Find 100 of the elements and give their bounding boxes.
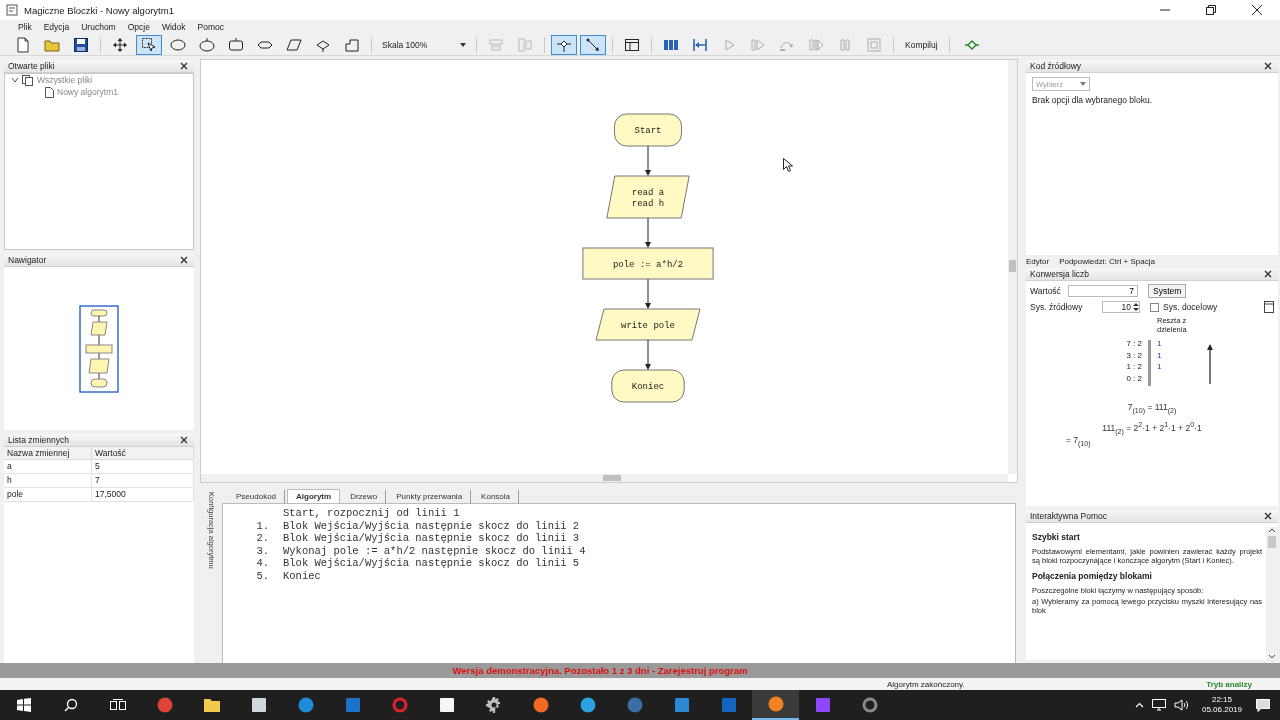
column-header: Nazwa zmiennej bbox=[4, 447, 92, 460]
menu-item[interactable]: Edycja bbox=[37, 22, 76, 32]
editor-label: Edytor bbox=[1026, 257, 1050, 266]
network-icon[interactable] bbox=[1151, 699, 1166, 711]
windows-logo-icon[interactable] bbox=[16, 698, 31, 712]
info-text: Brak opcji dla wybranego bloku. bbox=[1032, 95, 1153, 105]
panel-title: Lista zmiennych bbox=[8, 435, 69, 445]
divider-bar bbox=[1148, 340, 1151, 386]
up-arrow-icon bbox=[1207, 344, 1213, 384]
checkbox-label: Sys. docelowy bbox=[1163, 302, 1219, 312]
line-number: 1. bbox=[255, 519, 269, 533]
formula-line: 7$_{(10)}$ = 111$_{(2)}$ bbox=[1126, 402, 1178, 415]
tab-shape-icon bbox=[344, 36, 360, 53]
line-number: 2. bbox=[255, 532, 269, 545]
table-cell: a bbox=[4, 460, 92, 474]
stop-icon bbox=[866, 36, 882, 53]
panel-title: Nawigator bbox=[8, 255, 47, 265]
close-icon[interactable] bbox=[180, 62, 188, 70]
hint-text: Podpowiedzi: Ctrl + Spacja bbox=[1059, 257, 1155, 266]
close-icon[interactable] bbox=[1264, 62, 1272, 70]
scale-dropdown[interactable]: Skala 100% bbox=[378, 36, 470, 53]
panel-title: Konwersja liczb bbox=[1030, 269, 1090, 279]
tab[interactable]: Algorytm bbox=[287, 489, 341, 503]
value-field[interactable]: 7 bbox=[1068, 285, 1138, 297]
formula-line: 111$_{(2)}$ = 2$^{2}$·1 + 2$^{1}$·1 + 2$^{0}$·1 bbox=[1101, 420, 1203, 436]
column-header: Wartość bbox=[92, 447, 194, 460]
clock[interactable]: 22:15 05.06.2019 bbox=[1201, 695, 1242, 715]
scroll-thumb[interactable] bbox=[1009, 260, 1016, 272]
compile-button[interactable]: Kompiluj bbox=[900, 37, 943, 52]
diagonal-connector-icon bbox=[585, 36, 601, 53]
menu-item[interactable]: Plik bbox=[12, 22, 38, 32]
terminal-block: Koniec bbox=[611, 369, 685, 403]
close-icon[interactable] bbox=[180, 436, 188, 444]
line-number: 3. bbox=[255, 544, 269, 558]
tree-item[interactable]: Wszystkie pliki bbox=[37, 75, 93, 85]
scroll-up-icon[interactable] bbox=[1268, 527, 1276, 533]
rounded-rectangle-icon bbox=[228, 36, 244, 53]
align-icon bbox=[488, 36, 504, 53]
vertical-scrollbar[interactable] bbox=[1008, 60, 1017, 474]
panel-title: Kod źródłowy bbox=[1030, 61, 1082, 71]
tree-item[interactable]: Nowy algorytm1 bbox=[57, 87, 118, 97]
speaker-icon[interactable] bbox=[1173, 699, 1188, 711]
oval-icon bbox=[199, 36, 215, 53]
clock-time: 22:15 bbox=[1211, 695, 1232, 705]
clock-date: 05.06.2019 bbox=[1201, 705, 1242, 715]
pseudocode-line: Koniec bbox=[283, 569, 321, 583]
app-window-icon bbox=[6, 4, 18, 16]
base-spinner[interactable]: 10 bbox=[1102, 301, 1140, 313]
toolbar-button[interactable] bbox=[580, 34, 606, 55]
panel-title: Interaktywna Pomoc bbox=[1030, 511, 1107, 521]
task-view-icon[interactable] bbox=[109, 699, 126, 711]
move-arrows-icon bbox=[112, 36, 128, 53]
toolbar-button[interactable] bbox=[136, 34, 162, 55]
menu-item[interactable]: Opcje bbox=[121, 22, 156, 32]
system-button[interactable]: System bbox=[1148, 284, 1187, 298]
menu-item[interactable]: Widok bbox=[155, 22, 192, 32]
scroll-thumb[interactable] bbox=[1268, 536, 1276, 548]
vertical-scrollbar[interactable] bbox=[1266, 527, 1278, 660]
step-icon bbox=[750, 36, 766, 53]
restore-icon[interactable] bbox=[1206, 5, 1216, 15]
connector-arrow bbox=[645, 217, 651, 248]
pointer-icon bbox=[141, 36, 157, 53]
demo-warning: Wersja demonstracyjna. Pozostało 1 z 3 dni - Zarejestruj program bbox=[452, 665, 748, 676]
menu-item[interactable]: Pomoc bbox=[191, 22, 230, 32]
panel-icon bbox=[624, 36, 640, 53]
table-cell: 7 bbox=[92, 474, 194, 488]
connector-arrow bbox=[645, 145, 651, 176]
scroll-thumb[interactable] bbox=[603, 475, 621, 481]
search-icon[interactable] bbox=[63, 698, 78, 712]
input-output-block: write pole bbox=[595, 308, 701, 341]
process-block: pole := a*h/2 bbox=[582, 247, 714, 280]
close-icon[interactable] bbox=[1264, 512, 1272, 520]
help-heading: Połączenia pomiędzy blokami bbox=[1032, 571, 1153, 581]
division-step: 0 : 2 bbox=[1126, 372, 1142, 384]
pause-icon bbox=[837, 36, 853, 53]
close-icon[interactable] bbox=[1252, 5, 1262, 15]
division-step: 7 : 2 bbox=[1126, 338, 1142, 350]
spin-arrows-icon bbox=[1133, 302, 1139, 312]
pseudocode-line: Start, rozpocznij od linii 1 bbox=[282, 507, 461, 520]
chevron-up-icon[interactable] bbox=[1134, 702, 1144, 708]
close-icon[interactable] bbox=[180, 256, 188, 264]
parallelogram-icon bbox=[286, 36, 302, 53]
table-cell: h bbox=[4, 474, 92, 488]
horizontal-scrollbar[interactable] bbox=[201, 474, 1008, 482]
window-icon[interactable] bbox=[1264, 301, 1274, 313]
field-label: Sys. źródłowy bbox=[1030, 302, 1084, 312]
notification-icon[interactable] bbox=[1256, 698, 1270, 712]
menu-item[interactable]: Uruchom bbox=[75, 22, 122, 32]
run-to-icon bbox=[808, 36, 824, 53]
pseudocode-line: Blok Wejścia/Wyjścia następnie skocz do linii 5 bbox=[283, 557, 580, 570]
checkbox[interactable] bbox=[1150, 302, 1159, 312]
toolbar-button[interactable] bbox=[551, 34, 577, 55]
align-icon bbox=[517, 36, 533, 53]
panel-title: Otwarte pliki bbox=[8, 61, 55, 71]
close-icon[interactable] bbox=[1264, 270, 1272, 278]
division-step: 1 : 2 bbox=[1126, 361, 1142, 373]
scroll-down-icon[interactable] bbox=[1268, 654, 1276, 660]
table-cell: 5 bbox=[92, 460, 194, 474]
formula-line: = 7$_{(10)}$ bbox=[1065, 435, 1092, 448]
window-title: Magiczne Bloczki - Nowy algorytm1 bbox=[24, 4, 175, 16]
